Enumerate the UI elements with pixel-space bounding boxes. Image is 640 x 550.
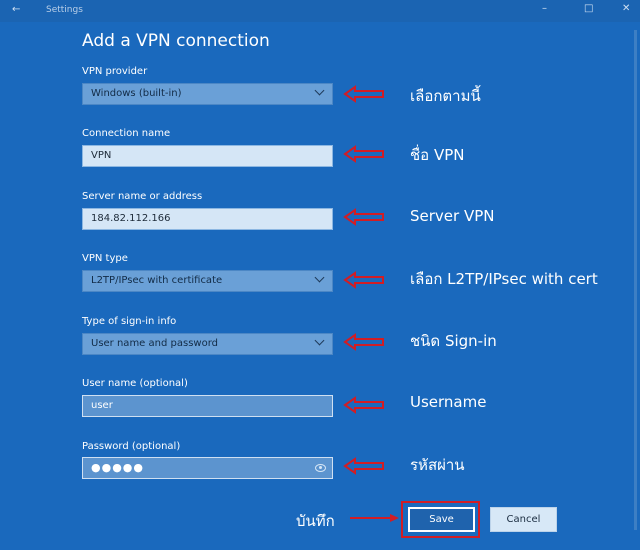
- username-input[interactable]: user: [82, 395, 333, 417]
- maximize-icon[interactable]: □: [584, 3, 593, 14]
- save-button[interactable]: Save: [408, 507, 475, 532]
- password-input[interactable]: ●●●●●: [82, 457, 333, 479]
- back-arrow-icon[interactable]: ←: [12, 4, 20, 15]
- annotation-server: Server VPN: [410, 207, 495, 225]
- annotation-vpn-type: เลือก L2TP/IPsec with cert: [410, 270, 598, 288]
- signin-type-label: Type of sign-in info: [82, 316, 177, 327]
- connection-name-input[interactable]: VPN: [82, 145, 333, 167]
- annotation-arrow-icon: [343, 457, 384, 475]
- annotation-password: รหัสผ่าน: [410, 456, 465, 474]
- vpn-provider-value: Windows (built-in): [91, 88, 182, 99]
- vpn-provider-label: VPN provider: [82, 66, 148, 77]
- chevron-down-icon: [314, 335, 325, 346]
- window-titlebar: ← Settings – □ ✕: [0, 0, 640, 22]
- username-value: user: [91, 400, 113, 411]
- scrollbar[interactable]: [634, 30, 637, 530]
- annotation-arrow-icon: [343, 85, 384, 103]
- server-value: 184.82.112.166: [91, 213, 171, 224]
- signin-type-value: User name and password: [91, 338, 218, 349]
- chevron-down-icon: [314, 85, 325, 96]
- server-label: Server name or address: [82, 191, 203, 202]
- chevron-down-icon: [314, 272, 325, 283]
- reveal-password-icon[interactable]: [315, 464, 326, 472]
- annotation-arrow-icon: [343, 333, 384, 351]
- dialog-title: Add a VPN connection: [82, 31, 270, 51]
- signin-type-select[interactable]: User name and password: [82, 333, 333, 355]
- annotation-arrow-icon: [343, 145, 384, 163]
- annotation-arrow-icon: [343, 208, 384, 226]
- annotation-arrow-icon: [343, 396, 384, 414]
- vpn-provider-select[interactable]: Windows (built-in): [82, 83, 333, 105]
- annotation-arrow-icon: [343, 271, 384, 289]
- password-label: Password (optional): [82, 441, 181, 452]
- vpn-type-label: VPN type: [82, 253, 128, 264]
- cancel-button[interactable]: Cancel: [490, 507, 557, 532]
- annotation-username: Username: [410, 393, 487, 411]
- window-title: Settings: [46, 5, 83, 15]
- annotation-arrow-icon: [350, 514, 399, 522]
- annotation-signin-type: ชนิด Sign-in: [410, 332, 497, 350]
- annotation-save: บันทึก: [296, 512, 335, 530]
- password-value: ●●●●●: [91, 461, 144, 474]
- annotation-connection-name: ชื่อ VPN: [410, 146, 465, 164]
- annotation-vpn-provider: เลือกตามนี้: [410, 87, 481, 105]
- connection-name-value: VPN: [91, 150, 112, 161]
- connection-name-label: Connection name: [82, 128, 171, 139]
- minimize-icon[interactable]: –: [542, 3, 547, 14]
- close-icon[interactable]: ✕: [622, 3, 630, 14]
- server-input[interactable]: 184.82.112.166: [82, 208, 333, 230]
- username-label: User name (optional): [82, 378, 188, 389]
- vpn-type-select[interactable]: L2TP/IPsec with certificate: [82, 270, 333, 292]
- vpn-type-value: L2TP/IPsec with certificate: [91, 275, 223, 286]
